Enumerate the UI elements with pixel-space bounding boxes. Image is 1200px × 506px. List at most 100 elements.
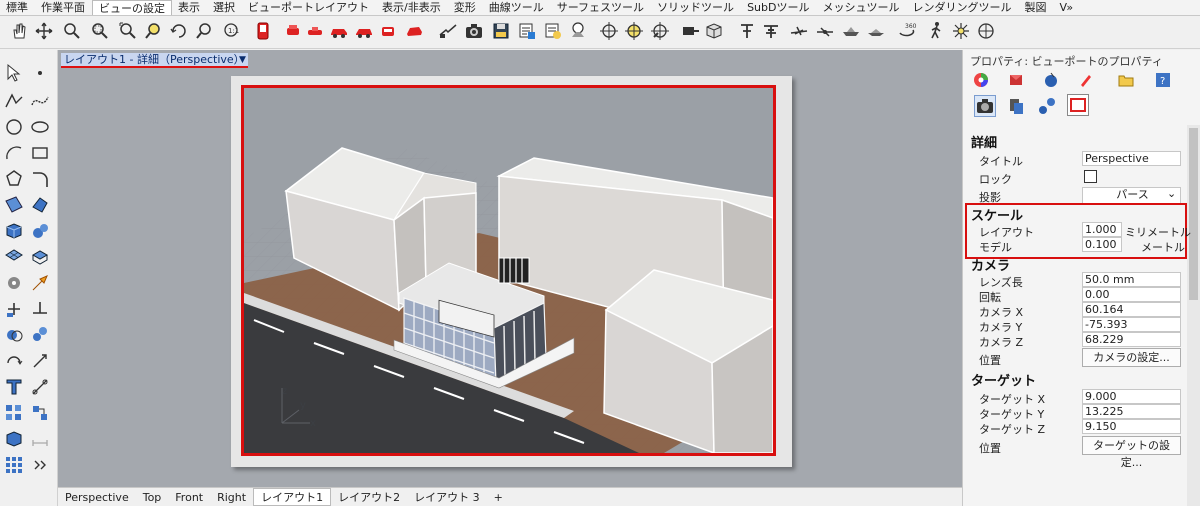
tab-more[interactable]: V»	[1053, 0, 1080, 15]
folder-icon[interactable]	[1115, 69, 1137, 91]
camera-z-field[interactable]: 68.229	[1082, 332, 1181, 347]
zoom-dynamic-icon[interactable]	[61, 20, 83, 42]
tab-select[interactable]: 選択	[207, 0, 242, 15]
dimension-icon[interactable]	[29, 376, 51, 398]
tab-cplanes[interactable]: 作業平面	[35, 0, 92, 15]
viewport-camera-icon[interactable]	[974, 95, 996, 117]
view-red-phone-icon[interactable]	[252, 20, 274, 42]
mesh-box-icon[interactable]	[29, 246, 51, 268]
lens-length-field[interactable]: 50.0 mm	[1082, 272, 1181, 287]
rotate-view-icon[interactable]	[168, 20, 190, 42]
boolean-icon[interactable]	[3, 324, 25, 346]
rotate-icon[interactable]	[3, 350, 25, 372]
tab-set-view[interactable]: ビューの設定	[92, 0, 172, 15]
zoom-window-icon[interactable]	[89, 20, 111, 42]
tab-drafting[interactable]: 製図	[1018, 0, 1053, 15]
car-top-icon[interactable]	[304, 20, 326, 42]
title-field[interactable]: Perspective	[1082, 151, 1181, 166]
tab-visibility[interactable]: 表示/非表示	[376, 0, 448, 15]
tab-curve-tools[interactable]: 曲線ツール	[483, 0, 551, 15]
zoom-previous-icon[interactable]	[194, 20, 216, 42]
display-mode-icon[interactable]	[1005, 95, 1027, 117]
layout-scale-field[interactable]: 1.000	[1082, 222, 1122, 237]
select-arrow-icon[interactable]	[3, 62, 25, 84]
rotation-field[interactable]: 0.00	[1082, 287, 1181, 302]
target-yellow-icon[interactable]	[623, 20, 645, 42]
box-view-icon[interactable]	[703, 20, 725, 42]
color-wheel-icon[interactable]	[970, 69, 992, 91]
plan-parallel-icon[interactable]	[736, 20, 758, 42]
group-icon[interactable]	[29, 402, 51, 424]
rectangle-icon[interactable]	[29, 142, 51, 164]
tab-layout2[interactable]: レイアウト2	[331, 489, 407, 505]
tab-front[interactable]: Front	[168, 491, 210, 504]
text-icon[interactable]	[3, 376, 25, 398]
fillet-icon[interactable]	[29, 168, 51, 190]
tab-transform[interactable]: 変形	[448, 0, 483, 15]
move-arrows-icon[interactable]	[33, 20, 55, 42]
ellipse-icon[interactable]	[29, 116, 51, 138]
layout-frame-icon[interactable]	[1067, 94, 1089, 116]
walkabout-icon[interactable]	[925, 20, 947, 42]
target-y-field[interactable]: 13.225	[1082, 404, 1181, 419]
camera-target-icon[interactable]	[680, 20, 702, 42]
viewport-title[interactable]: レイアウト1 - 詳細（Perspective）	[61, 53, 248, 68]
target-z-field[interactable]: 9.150	[1082, 419, 1181, 434]
camera-x-field[interactable]: 60.164	[1082, 302, 1181, 317]
sun-light-icon[interactable]	[950, 20, 972, 42]
camera-icon[interactable]	[463, 20, 485, 42]
model-scale-field[interactable]: 0.100	[1082, 237, 1122, 252]
sphere-env-icon[interactable]	[1040, 69, 1062, 91]
target-point-icon[interactable]	[598, 20, 620, 42]
tab-right[interactable]: Right	[210, 491, 253, 504]
lock-checkbox[interactable]	[1084, 170, 1097, 183]
dimension-style-icon[interactable]	[29, 428, 51, 450]
car-front-icon[interactable]	[282, 20, 304, 42]
block-icon[interactable]	[3, 428, 25, 450]
camera-y-field[interactable]: -75.393	[1082, 317, 1181, 332]
tab-layout1[interactable]: レイアウト1	[253, 488, 332, 506]
grid-icon[interactable]	[3, 454, 25, 476]
boolean-diff-icon[interactable]	[29, 324, 51, 346]
detail-view[interactable]: z y x	[241, 85, 776, 456]
flight-alt-icon[interactable]	[814, 20, 836, 42]
box-solid-icon[interactable]	[3, 220, 25, 242]
tab-display[interactable]: 表示	[172, 0, 207, 15]
material-icon[interactable]	[1005, 69, 1027, 91]
set-target-button[interactable]: ターゲットの設定...	[1082, 436, 1181, 469]
explode-icon[interactable]	[29, 272, 51, 294]
polygon-icon[interactable]	[3, 168, 25, 190]
car-rear-icon[interactable]	[377, 20, 399, 42]
viewport-dropdown-icon[interactable]: ▼	[237, 53, 248, 68]
sphere-icon[interactable]	[29, 220, 51, 242]
surface-icon[interactable]	[3, 194, 25, 216]
tab-top[interactable]: Top	[136, 491, 169, 504]
object-props-icon[interactable]	[1036, 95, 1058, 117]
set-camera-icon[interactable]	[437, 20, 459, 42]
tab-perspective[interactable]: Perspective	[58, 491, 136, 504]
car-side-icon[interactable]	[328, 20, 350, 42]
mesh-icon[interactable]	[3, 246, 25, 268]
tab-standard[interactable]: 標準	[0, 0, 35, 15]
polyline-icon[interactable]	[3, 90, 25, 112]
point-icon[interactable]	[29, 62, 51, 84]
brush-icon[interactable]	[1075, 69, 1097, 91]
target-x-field[interactable]: 9.000	[1082, 389, 1181, 404]
compass-icon[interactable]	[975, 20, 997, 42]
pan-hand-icon[interactable]	[8, 20, 30, 42]
boat-alt-icon[interactable]	[865, 20, 887, 42]
turntable-icon[interactable]: 360	[896, 20, 918, 42]
tab-subd-tools[interactable]: SubDツール	[741, 0, 816, 15]
plan-view-icon[interactable]	[760, 20, 782, 42]
boat-icon[interactable]	[840, 20, 862, 42]
tab-solid-tools[interactable]: ソリッドツール	[651, 0, 741, 15]
settings-puzzle-icon[interactable]	[3, 272, 25, 294]
help-icon[interactable]: ?	[1152, 69, 1174, 91]
zoom-selected-icon[interactable]	[143, 20, 165, 42]
add-layout-icon[interactable]: +	[487, 491, 510, 504]
chevron-down-icon[interactable]: ⌄	[1167, 187, 1176, 200]
scale-icon[interactable]	[29, 350, 51, 372]
tab-surface-tools[interactable]: サーフェスツール	[551, 0, 651, 15]
save-view-icon[interactable]	[490, 20, 512, 42]
trim-icon[interactable]	[29, 298, 51, 320]
